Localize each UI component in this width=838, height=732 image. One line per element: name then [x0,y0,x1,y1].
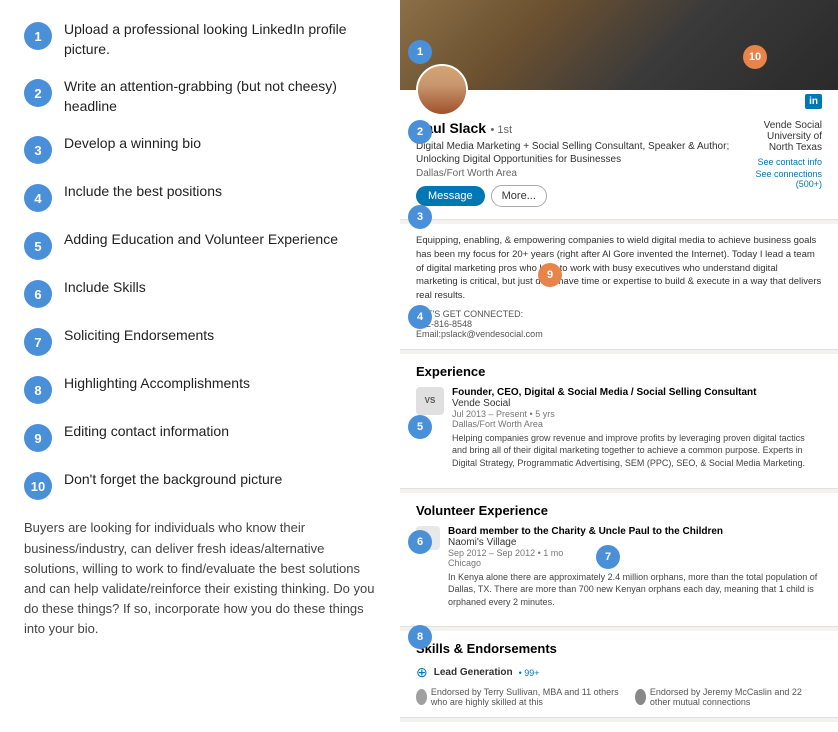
skill-name: Lead Generation [434,667,513,678]
experience-title: Experience [416,364,822,379]
profile-info: Paul Slack • 1st Digital Media Marketing… [416,90,822,207]
list-number: 7 [24,328,52,356]
list-number: 1 [24,22,52,50]
list-number: 8 [24,376,52,404]
list-item-8: 8 Highlighting Accomplishments [24,374,376,404]
list-item-6: 6 Include Skills [24,278,376,308]
profile-actions: Message More... [416,185,751,207]
about-section: Equipping, enabling, & empowering compan… [400,224,838,350]
list-text: Don't forget the background picture [64,470,282,490]
skill-count: • 99+ [519,668,540,678]
exp-logo: VS [416,387,444,415]
profile-degree: • 1st [491,124,513,136]
skills-title: Skills & Endorsements [416,641,822,656]
volunteer-title: Volunteer Experience [416,503,822,518]
linkedin-badge: in [805,94,822,109]
experience-section: Experience VS Founder, CEO, Digital & So… [400,354,838,489]
more-button[interactable]: More... [491,185,547,207]
profile-title: Digital Media Marketing + Social Selling… [416,140,751,166]
list-text: Upload a professional looking LinkedIn p… [64,20,376,59]
badge-6: 6 [408,530,432,554]
profile-connections[interactable]: See connections (500+) [751,169,822,189]
left-panel: 1 Upload a professional looking LinkedIn… [0,0,400,732]
skill-item: ⊕ Lead Generation • 99+ [416,664,822,681]
vol-dates: Sep 2012 – Sep 2012 • 1 mo [448,548,822,558]
contact-info: LET'S GET CONNECTED: 972-816-8548 Email:… [416,309,822,339]
list-number: 6 [24,280,52,308]
exp-description: Helping companies grow revenue and impro… [452,432,822,470]
right-panel: in Paul Slack • 1st Digital Media Market… [400,0,838,732]
exp-details: Founder, CEO, Digital & Social Media / S… [452,387,822,470]
list-item-2: 2 Write an attention-grabbing (but not c… [24,77,376,116]
endorser-2-avatar [635,689,646,705]
accomplishments-section: Accomplishments 2 Publications 8 Easily … [400,722,838,732]
profile-contact-link[interactable]: See contact info [751,157,822,167]
exp-location: Dallas/Fort Worth Area [452,419,822,429]
badge-4: 4 [408,305,432,329]
exp-company: Vende Social [452,398,822,409]
endorsed-row: Endorsed by Terry Sullivan, MBA and 11 o… [416,687,822,707]
list-item-7: 7 Soliciting Endorsements [24,326,376,356]
list-text: Highlighting Accomplishments [64,374,250,394]
badge-7: 7 [596,545,620,569]
profile-photo-face [418,66,466,114]
list-text: Write an attention-grabbing (but not che… [64,77,376,116]
exp-dates: Jul 2013 – Present • 5 yrs [452,409,822,419]
list-number: 9 [24,424,52,452]
profile-photo [416,64,468,116]
list-item-10: 10 Don't forget the background picture [24,470,376,500]
about-text: Equipping, enabling, & empowering compan… [416,234,822,303]
experience-item: VS Founder, CEO, Digital & Social Media … [416,387,822,470]
list-number: 10 [24,472,52,500]
list-item-3: 3 Develop a winning bio [24,134,376,164]
profile-location: Dallas/Fort Worth Area [416,168,751,179]
skills-section: Skills & Endorsements ⊕ Lead Generation … [400,631,838,718]
profile-section: in Paul Slack • 1st Digital Media Market… [400,90,838,220]
endorser-1: Endorsed by Terry Sullivan, MBA and 11 o… [416,687,635,707]
badge-8: 8 [408,625,432,649]
list-item-5: 5 Adding Education and Volunteer Experie… [24,230,376,260]
vol-org: Naomi's Village [448,537,822,548]
exp-role: Founder, CEO, Digital & Social Media / S… [452,387,822,398]
badge-3: 3 [408,205,432,229]
list-text: Include Skills [64,278,146,298]
bio-text: Buyers are looking for individuals who k… [24,518,376,639]
list-text: Editing contact information [64,422,229,442]
profile-left: Paul Slack • 1st Digital Media Marketing… [416,120,751,207]
badge-5: 5 [408,415,432,439]
linkedin-screenshot: in Paul Slack • 1st Digital Media Market… [400,0,838,732]
message-button[interactable]: Message [416,186,485,206]
skill-plus-icon: ⊕ [416,664,428,681]
profile-university: University of North Texas [751,131,822,153]
badge-10: 10 [743,45,767,69]
list-text: Develop a winning bio [64,134,201,154]
profile-company: Vende Social [751,120,822,131]
badge-9: 9 [538,263,562,287]
list-number: 3 [24,136,52,164]
badge-1: 1 [408,40,432,64]
list-number: 5 [24,232,52,260]
list-text: Adding Education and Volunteer Experienc… [64,230,338,250]
list-item-4: 4 Include the best positions [24,182,376,212]
endorser-1-avatar [416,689,427,705]
vol-location: Chicago [448,558,822,568]
list-number: 2 [24,79,52,107]
volunteer-item: Board member to the Charity & Uncle Paul… [416,526,822,609]
list-text: Include the best positions [64,182,222,202]
profile-header-bg [400,0,838,90]
list-number: 4 [24,184,52,212]
badge-2: 2 [408,120,432,144]
vol-role: Board member to the Charity & Uncle Paul… [448,526,822,537]
profile-right: Vende Social University of North Texas S… [751,120,822,207]
vol-details: Board member to the Charity & Uncle Paul… [448,526,822,609]
list-text: Soliciting Endorsements [64,326,214,346]
profile-name-row: Paul Slack • 1st [416,120,751,138]
list-item-9: 9 Editing contact information [24,422,376,452]
vol-description: In Kenya alone there are approximately 2… [448,571,822,609]
endorser-2: Endorsed by Jeremy McCaslin and 22 other… [635,687,822,707]
list-item-1: 1 Upload a professional looking LinkedIn… [24,20,376,59]
